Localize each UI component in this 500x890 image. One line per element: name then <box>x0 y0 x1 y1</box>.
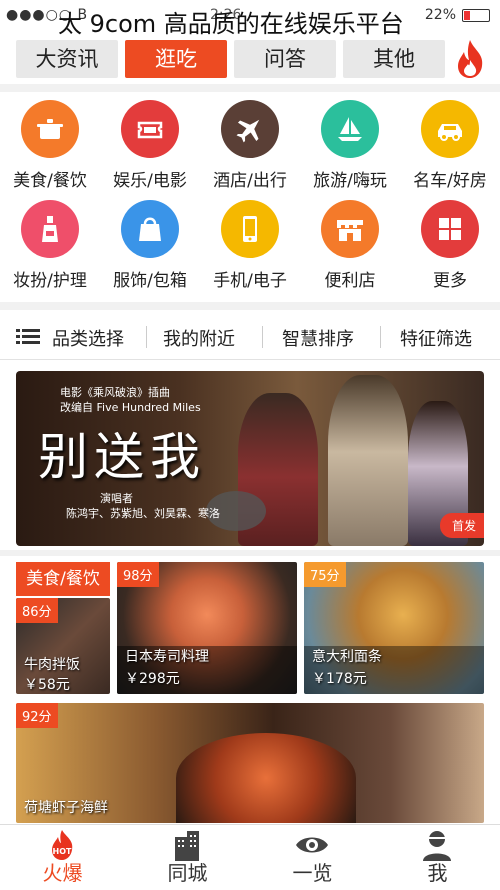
promo-banner[interactable]: 电影《乘风破浪》插曲 改编自 Five Hundred Miles 别送我 演唱… <box>16 371 484 546</box>
banner-singers: 演唱者 陈鸿宇、苏紫旭、刘昊霖、寒洛 <box>66 491 220 521</box>
divider <box>146 326 147 348</box>
filter-category[interactable]: 品类选择 <box>52 325 124 351</box>
tab-news[interactable]: 大资讯 <box>16 40 118 78</box>
singers-label: 演唱者 <box>100 492 133 505</box>
category-label: 娱乐/电影 <box>113 171 187 191</box>
cosmetics-bottle-icon <box>21 200 79 258</box>
category-food[interactable]: 美食/餐饮 <box>0 94 100 194</box>
nav-overview[interactable]: 一览 <box>250 825 375 890</box>
category-label: 便利店 <box>324 271 376 291</box>
nav-hot[interactable]: HOT 火爆 <box>0 825 125 890</box>
category-label: 美食/餐饮 <box>13 171 87 191</box>
battery-status: 22% <box>425 7 490 23</box>
tab-other[interactable]: 其他 <box>343 40 445 78</box>
nav-label: 同城 <box>167 861 208 885</box>
category-cosmetics[interactable]: 妆扮/护理 <box>0 194 100 294</box>
overlay-title: 太 9com 高品质的在线娱乐平台 <box>58 10 404 38</box>
nav-label: 火爆 <box>42 861 83 885</box>
grid-icon <box>421 200 479 258</box>
seafood-dish <box>176 733 356 823</box>
banner-figure <box>328 375 408 546</box>
tab-qa[interactable]: 问答 <box>234 40 336 78</box>
banner-subtitle: 电影《乘风破浪》插曲 改编自 Five Hundred Miles <box>60 385 201 415</box>
category-car-house[interactable]: 名车/好房 <box>400 94 500 194</box>
food-card-beef-rice[interactable]: 86分 牛肉拌饭 ￥58元 <box>16 598 110 694</box>
divider <box>262 326 263 348</box>
divider <box>0 550 500 556</box>
food-price: ￥298元 <box>125 671 180 687</box>
category-grid: 美食/餐饮 娱乐/电影 酒店/出行 旅游/嗨玩 名车/好房 妆扮/护理 服饰/包… <box>0 94 500 300</box>
category-label: 旅游/嗨玩 <box>313 171 387 191</box>
category-electronics[interactable]: 手机/电子 <box>200 194 300 294</box>
filter-sort[interactable]: 智慧排序 <box>282 325 354 351</box>
category-hotel[interactable]: 酒店/出行 <box>200 94 300 194</box>
filter-bar: 品类选择 我的附近 智慧排序 特征筛选 <box>0 314 500 360</box>
category-label: 服饰/包箱 <box>113 271 187 291</box>
food-name: 意大利面条 <box>312 649 382 665</box>
nav-me[interactable]: 我 <box>375 825 500 890</box>
nav-local[interactable]: 同城 <box>125 825 250 890</box>
divider <box>0 84 500 92</box>
banner-line1: 电影《乘风破浪》插曲 <box>60 386 170 399</box>
sailboat-icon <box>321 100 379 158</box>
food-name: 牛肉拌饭 <box>24 657 80 673</box>
ticket-icon <box>121 100 179 158</box>
tab-eat[interactable]: 逛吃 <box>125 40 227 78</box>
divider <box>380 326 381 348</box>
category-label: 妆扮/护理 <box>13 271 87 291</box>
food-name: 日本寿司料理 <box>125 649 209 665</box>
battery-percent: 22% <box>424 7 456 23</box>
battery-icon <box>462 8 490 22</box>
section-category-label[interactable]: 美食/餐饮 <box>16 562 110 596</box>
bottom-navigation: HOT 火爆 同城 一览 我 <box>0 824 500 889</box>
food-card-pasta[interactable]: 75分 意大利面条 ￥178元 <box>304 562 484 694</box>
shopping-bag-icon <box>121 200 179 258</box>
list-icon <box>16 329 40 344</box>
banner-title: 别送我 <box>38 428 206 486</box>
cooking-pot-icon <box>21 100 79 158</box>
svg-text:HOT: HOT <box>53 847 72 856</box>
category-entertainment[interactable]: 娱乐/电影 <box>100 94 200 194</box>
category-travel[interactable]: 旅游/嗨玩 <box>300 94 400 194</box>
storefront-icon <box>321 200 379 258</box>
category-clothing[interactable]: 服饰/包箱 <box>100 194 200 294</box>
food-price: ￥58元 <box>24 677 70 693</box>
food-card-sushi[interactable]: 98分 日本寿司料理 ￥298元 <box>117 562 297 694</box>
category-convenience-store[interactable]: 便利店 <box>300 194 400 294</box>
nav-label: 一览 <box>292 861 333 885</box>
filter-nearby[interactable]: 我的附近 <box>163 325 235 351</box>
category-label: 更多 <box>433 271 467 291</box>
food-name: 荷塘虾子海鲜 <box>24 800 108 816</box>
food-card-seafood[interactable]: 92分 荷塘虾子海鲜 <box>16 703 484 823</box>
category-label: 酒店/出行 <box>213 171 287 191</box>
top-tab-bar: 大资讯 逛吃 问答 其他 <box>0 36 500 84</box>
nav-label: 我 <box>427 861 448 885</box>
fire-icon[interactable] <box>452 38 488 80</box>
divider <box>0 302 500 310</box>
category-more[interactable]: 更多 <box>400 194 500 294</box>
airplane-icon <box>221 100 279 158</box>
score-badge: 92分 <box>16 703 58 728</box>
score-badge: 86分 <box>16 598 58 623</box>
filter-features[interactable]: 特征筛选 <box>400 325 472 351</box>
singers-names: 陈鸿宇、苏紫旭、刘昊霖、寒洛 <box>66 507 220 520</box>
premiere-badge: 首发 <box>439 513 484 538</box>
mobile-phone-icon <box>221 200 279 258</box>
car-icon <box>421 100 479 158</box>
score-badge: 75分 <box>304 562 346 587</box>
food-price: ￥178元 <box>312 671 367 687</box>
banner-line2: 改编自 Five Hundred Miles <box>60 401 201 414</box>
category-label: 名车/好房 <box>413 171 487 191</box>
score-badge: 98分 <box>117 562 159 587</box>
category-label: 手机/电子 <box>213 271 287 291</box>
